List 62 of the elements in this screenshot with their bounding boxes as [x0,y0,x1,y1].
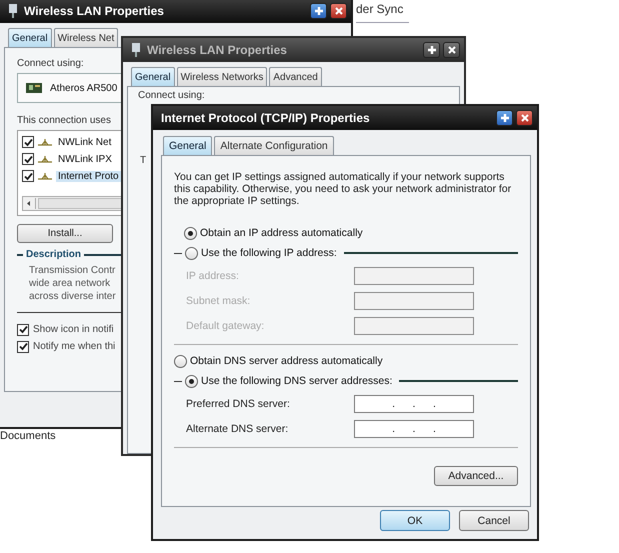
window-text: der Sync [356,2,410,23]
checkbox-label: Show icon in notifi [33,324,114,335]
close-icon [520,113,530,123]
network-icon [38,138,52,146]
advanced-button[interactable]: Advanced... [434,466,518,486]
radio-label: Use the following DNS server addresses: [201,375,392,387]
radio-button[interactable] [174,354,187,368]
checkbox-label: Notify me when thi [33,341,116,352]
tab[interactable]: General [8,28,52,47]
window-title: Wireless LAN Properties [147,43,288,57]
checkbox[interactable] [17,340,29,352]
network-card-icon [26,82,42,94]
tab[interactable]: Wireless Networks [176,67,268,86]
field-label: This connection uses [17,115,111,126]
description-text: Transmission Contr wide area network across diverse inter [28,264,116,303]
window-title: Wireless LAN Properties [24,4,165,18]
list-item[interactable]: NWLink IPX [56,154,114,164]
close-button[interactable] [516,110,533,126]
radio-button[interactable] [185,374,198,388]
dns-field[interactable]: . . . [354,420,474,438]
folder-label: Documents [0,430,56,442]
network-icon [38,172,52,180]
checkbox[interactable] [22,136,34,148]
radio-label: Use the following IP address: [201,247,337,259]
radio-button[interactable] [185,246,198,260]
list-item[interactable]: NWLink Net [56,136,114,148]
cancel-button[interactable]: Cancel [459,510,529,531]
checkbox[interactable] [22,153,34,165]
plus-icon [314,6,324,16]
group-title: Description [26,249,82,260]
field-label: Subnet mask: [186,294,252,306]
plus-icon [500,113,510,123]
install-button[interactable]: Install... [17,224,113,243]
radio-button[interactable] [184,226,197,240]
tab[interactable]: Advanced [269,67,322,86]
tab[interactable]: Wireless Net [54,28,118,47]
plus-button[interactable] [496,110,513,126]
intro-text: You can get IP settings assigned automatically if your network supports this capability. Otherwise, you need to ask your network administrator for the appropriate IP settings. [174,171,512,207]
field-label: Alternate DNS server: [186,422,290,434]
checkbox[interactable] [17,324,29,336]
tab[interactable]: General [131,67,175,86]
plus-button[interactable] [310,3,327,19]
field-label: T [140,155,146,166]
field-label: Default gateway: [186,320,266,332]
tab[interactable]: Alternate Configuration [214,136,334,155]
ok-button[interactable]: OK [380,510,450,531]
radio-label: Obtain an IP address automatically [200,227,363,239]
tab[interactable]: General [163,136,212,155]
close-icon [334,6,344,16]
checkbox[interactable] [22,170,34,182]
field-label: Connect using: [138,90,205,101]
radio-label: Obtain DNS server address automatically [190,355,383,367]
close-icon [446,45,456,55]
dns-field[interactable]: . . . [354,394,474,412]
close-button[interactable] [330,3,347,19]
field-label: Connect using: [17,58,84,69]
plus-icon [426,45,436,55]
field-label: Preferred DNS server: [186,398,291,410]
network-icon [38,155,52,163]
field-label: IP address: [186,270,240,282]
window-title: Internet Protocol (TCP/IP) Properties [161,111,371,125]
list-item[interactable]: Internet Proto [56,170,121,182]
